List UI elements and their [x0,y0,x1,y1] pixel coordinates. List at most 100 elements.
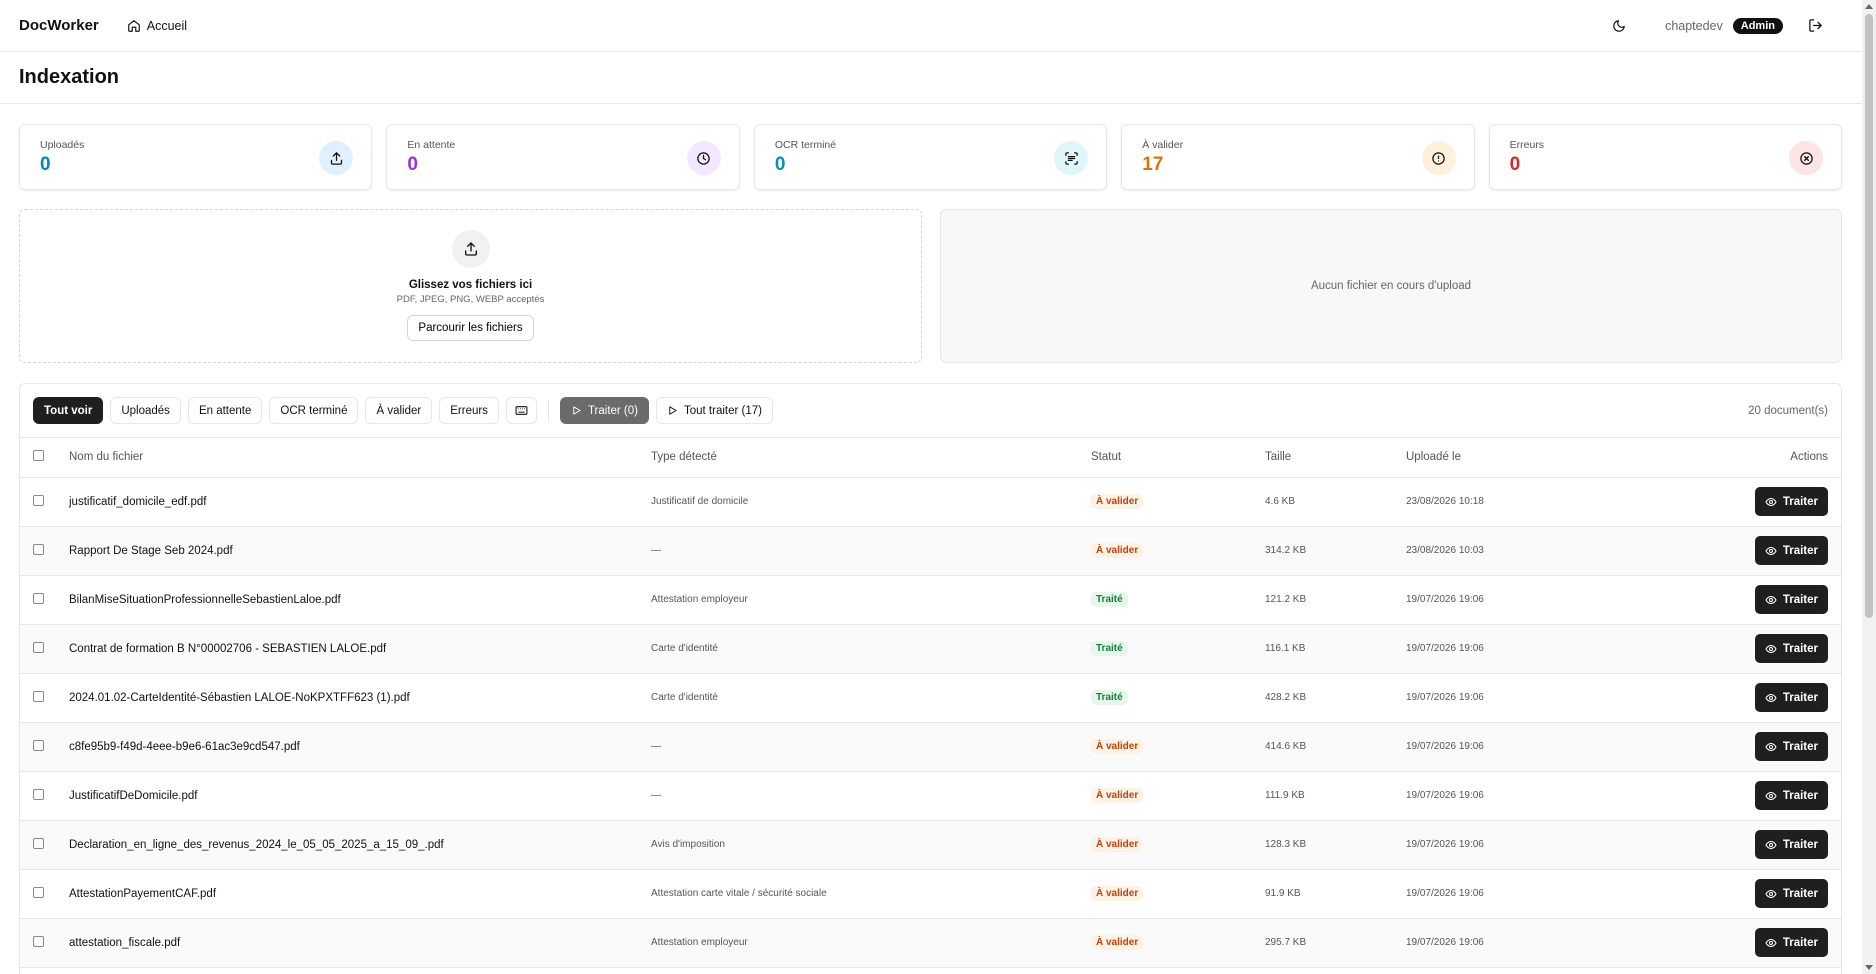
role-badge: Admin [1732,17,1783,34]
stat-label: Erreurs [1509,139,1545,151]
row-date: 23/08/2026 10:18 [1406,496,1484,507]
stat-card-ocr-done: OCR terminé 0 [753,124,1108,190]
play-icon [573,406,581,415]
theme-toggle-button[interactable] [1605,12,1633,40]
row-process-button[interactable]: Traiter [1754,585,1828,614]
status-badge: À valider [1091,788,1144,803]
row-date: 19/07/2026 19:06 [1406,937,1484,948]
status-badge: À valider [1091,543,1144,558]
stat-value: 0 [407,154,418,175]
row-checkbox[interactable] [33,494,44,506]
row-checkbox[interactable] [33,837,44,849]
row-checkbox[interactable] [33,690,44,702]
dropzone-subtitle: PDF, JPEG, PNG, WEBP acceptés [396,294,545,305]
page-title: Indexation [19,66,120,88]
table-row[interactable]: BilanMiseSituationProfessionnelleSebasti… [20,575,1841,624]
dropzone-title: Glissez vos fichiers ici [408,279,533,291]
documents-panel: Tout voir Uploadés En attente OCR termin… [19,383,1842,974]
x-circle-icon [1789,141,1824,175]
browse-files-button[interactable]: Parcourir les fichiers [407,315,534,341]
header-type[interactable]: Type détecté [651,438,1091,477]
play-icon [669,406,677,415]
row-process-button[interactable]: Traiter [1754,781,1828,810]
row-process-button[interactable]: Traiter [1754,879,1828,908]
select-all-checkbox[interactable] [33,450,44,462]
row-process-label: Traiter [1782,593,1818,606]
row-process-label: Traiter [1782,838,1818,851]
logout-button[interactable] [1801,12,1829,40]
status-badge: Traité [1091,690,1128,705]
scroll-up-arrow[interactable] [1865,4,1873,9]
nav-home-link[interactable]: Accueil [127,19,187,33]
filter-ocr-done-button[interactable]: OCR terminé [269,397,359,424]
row-filename: Rapport De Stage Seb 2024.pdf [69,544,233,557]
row-checkbox[interactable] [33,592,44,604]
header-filename[interactable]: Nom du fichier [69,438,651,477]
filter-errors-button[interactable]: Erreurs [439,397,499,424]
document-count: 20 document(s) [1748,404,1828,417]
filter-keyboard-button[interactable] [505,397,537,424]
row-checkbox[interactable] [33,788,44,800]
table-row[interactable]: Declaration_en_ligne_des_revenus_2024_le… [20,820,1841,869]
table-row[interactable]: JustificatifDeDomicile.pdf — À valider 1… [20,771,1841,820]
row-type: — [651,741,661,752]
stat-value: 0 [40,154,51,175]
file-dropzone[interactable]: Glissez vos fichiers ici PDF, JPEG, PNG,… [19,209,922,363]
row-size: 414.6 KB [1265,741,1307,752]
row-process-button[interactable]: Traiter [1754,928,1828,957]
page-scrollbar[interactable] [1862,0,1876,974]
stat-card-pending: En attente 0 [386,124,740,190]
filter-all-button[interactable]: Tout voir [33,397,104,424]
table-row[interactable]: justificatif_domicile_edf.pdf Justificat… [20,477,1841,526]
row-checkbox[interactable] [33,935,44,947]
row-size: 128.3 KB [1265,839,1307,850]
row-process-button[interactable]: Traiter [1754,830,1828,859]
header-size[interactable]: Taille [1265,438,1406,477]
header-date[interactable]: Uploadé le [1406,438,1612,477]
eye-icon [1765,938,1777,947]
table-row[interactable]: 2024.01.02-CarteIdentité-Sébastien LALOE… [20,673,1841,722]
row-process-button[interactable]: Traiter [1754,683,1828,712]
scroll-down-arrow[interactable] [1865,965,1873,970]
row-process-button[interactable]: Traiter [1754,536,1828,565]
row-filename: AttestationPayementCAF.pdf [69,887,217,900]
row-date: 19/07/2026 19:06 [1406,594,1484,605]
process-selected-button[interactable]: Traiter (0) [559,397,649,424]
table-row[interactable]: attestation_fiscale.pdf Attestation empl… [20,918,1841,967]
table-row[interactable]: c8fe95b9-f49d-4eee-b9e6-61ac3e9cd547.pdf… [20,722,1841,771]
eye-icon [1765,546,1777,555]
table-row[interactable]: Contrat de formation B N°00002706 - SEBA… [20,624,1841,673]
eye-icon [1765,840,1777,849]
header-status[interactable]: Statut [1091,438,1265,477]
process-all-button[interactable]: Tout traiter (17) [656,397,773,424]
stat-label: OCR terminé [774,139,837,151]
table-row[interactable]: AttestationPayementCAF.pdf Attestation c… [20,869,1841,918]
filter-toolbar: Tout voir Uploadés En attente OCR termin… [20,384,1841,438]
username: chaptedev [1665,18,1723,33]
status-badge: Traité [1091,641,1128,656]
row-process-button[interactable]: Traiter [1754,487,1828,516]
upload-icon [451,230,490,268]
row-process-button[interactable]: Traiter [1754,732,1828,761]
row-filename: JustificatifDeDomicile.pdf [69,789,198,802]
row-date: 19/07/2026 19:06 [1406,839,1484,850]
toolbar-divider [547,399,549,422]
stat-value: 0 [1509,154,1521,175]
filter-pending-button[interactable]: En attente [187,397,263,424]
row-process-button[interactable]: Traiter [1754,634,1828,663]
filter-uploaded-button[interactable]: Uploadés [110,397,181,424]
row-size: 121.2 KB [1265,594,1307,605]
row-date: 23/08/2026 10:03 [1406,545,1484,556]
stat-label: À valider [1142,139,1184,151]
row-checkbox[interactable] [33,739,44,751]
row-checkbox[interactable] [33,886,44,898]
scrollbar-thumb[interactable] [1865,14,1873,618]
table-row[interactable]: Rapport De Stage Seb 2024.pdf — À valide… [20,526,1841,575]
top-navbar: DocWorker Accueil chaptedev Admin [0,0,1862,52]
brand-logo[interactable]: DocWorker [19,17,99,34]
filter-to-validate-button[interactable]: À valider [365,397,433,424]
row-checkbox[interactable] [33,543,44,555]
row-checkbox[interactable] [33,641,44,653]
row-process-label: Traiter [1782,740,1818,753]
clock-icon [686,141,721,175]
